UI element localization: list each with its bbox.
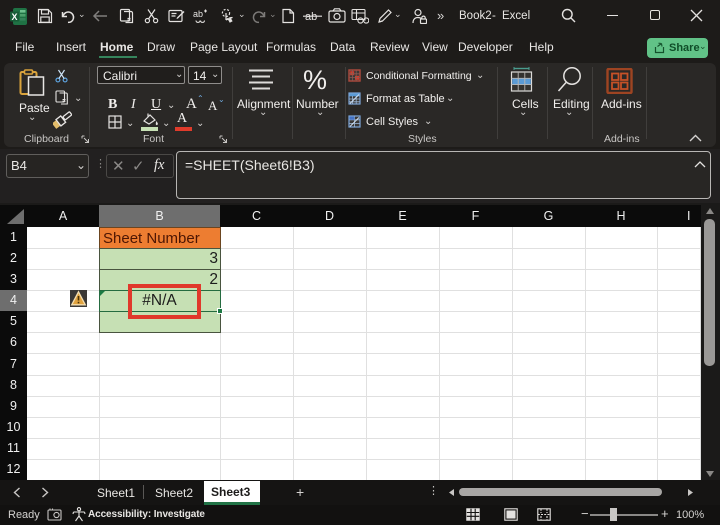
svg-text:ab: ab <box>305 11 317 23</box>
svg-text:ab: ab <box>193 9 203 19</box>
svg-text:X: X <box>11 12 17 22</box>
